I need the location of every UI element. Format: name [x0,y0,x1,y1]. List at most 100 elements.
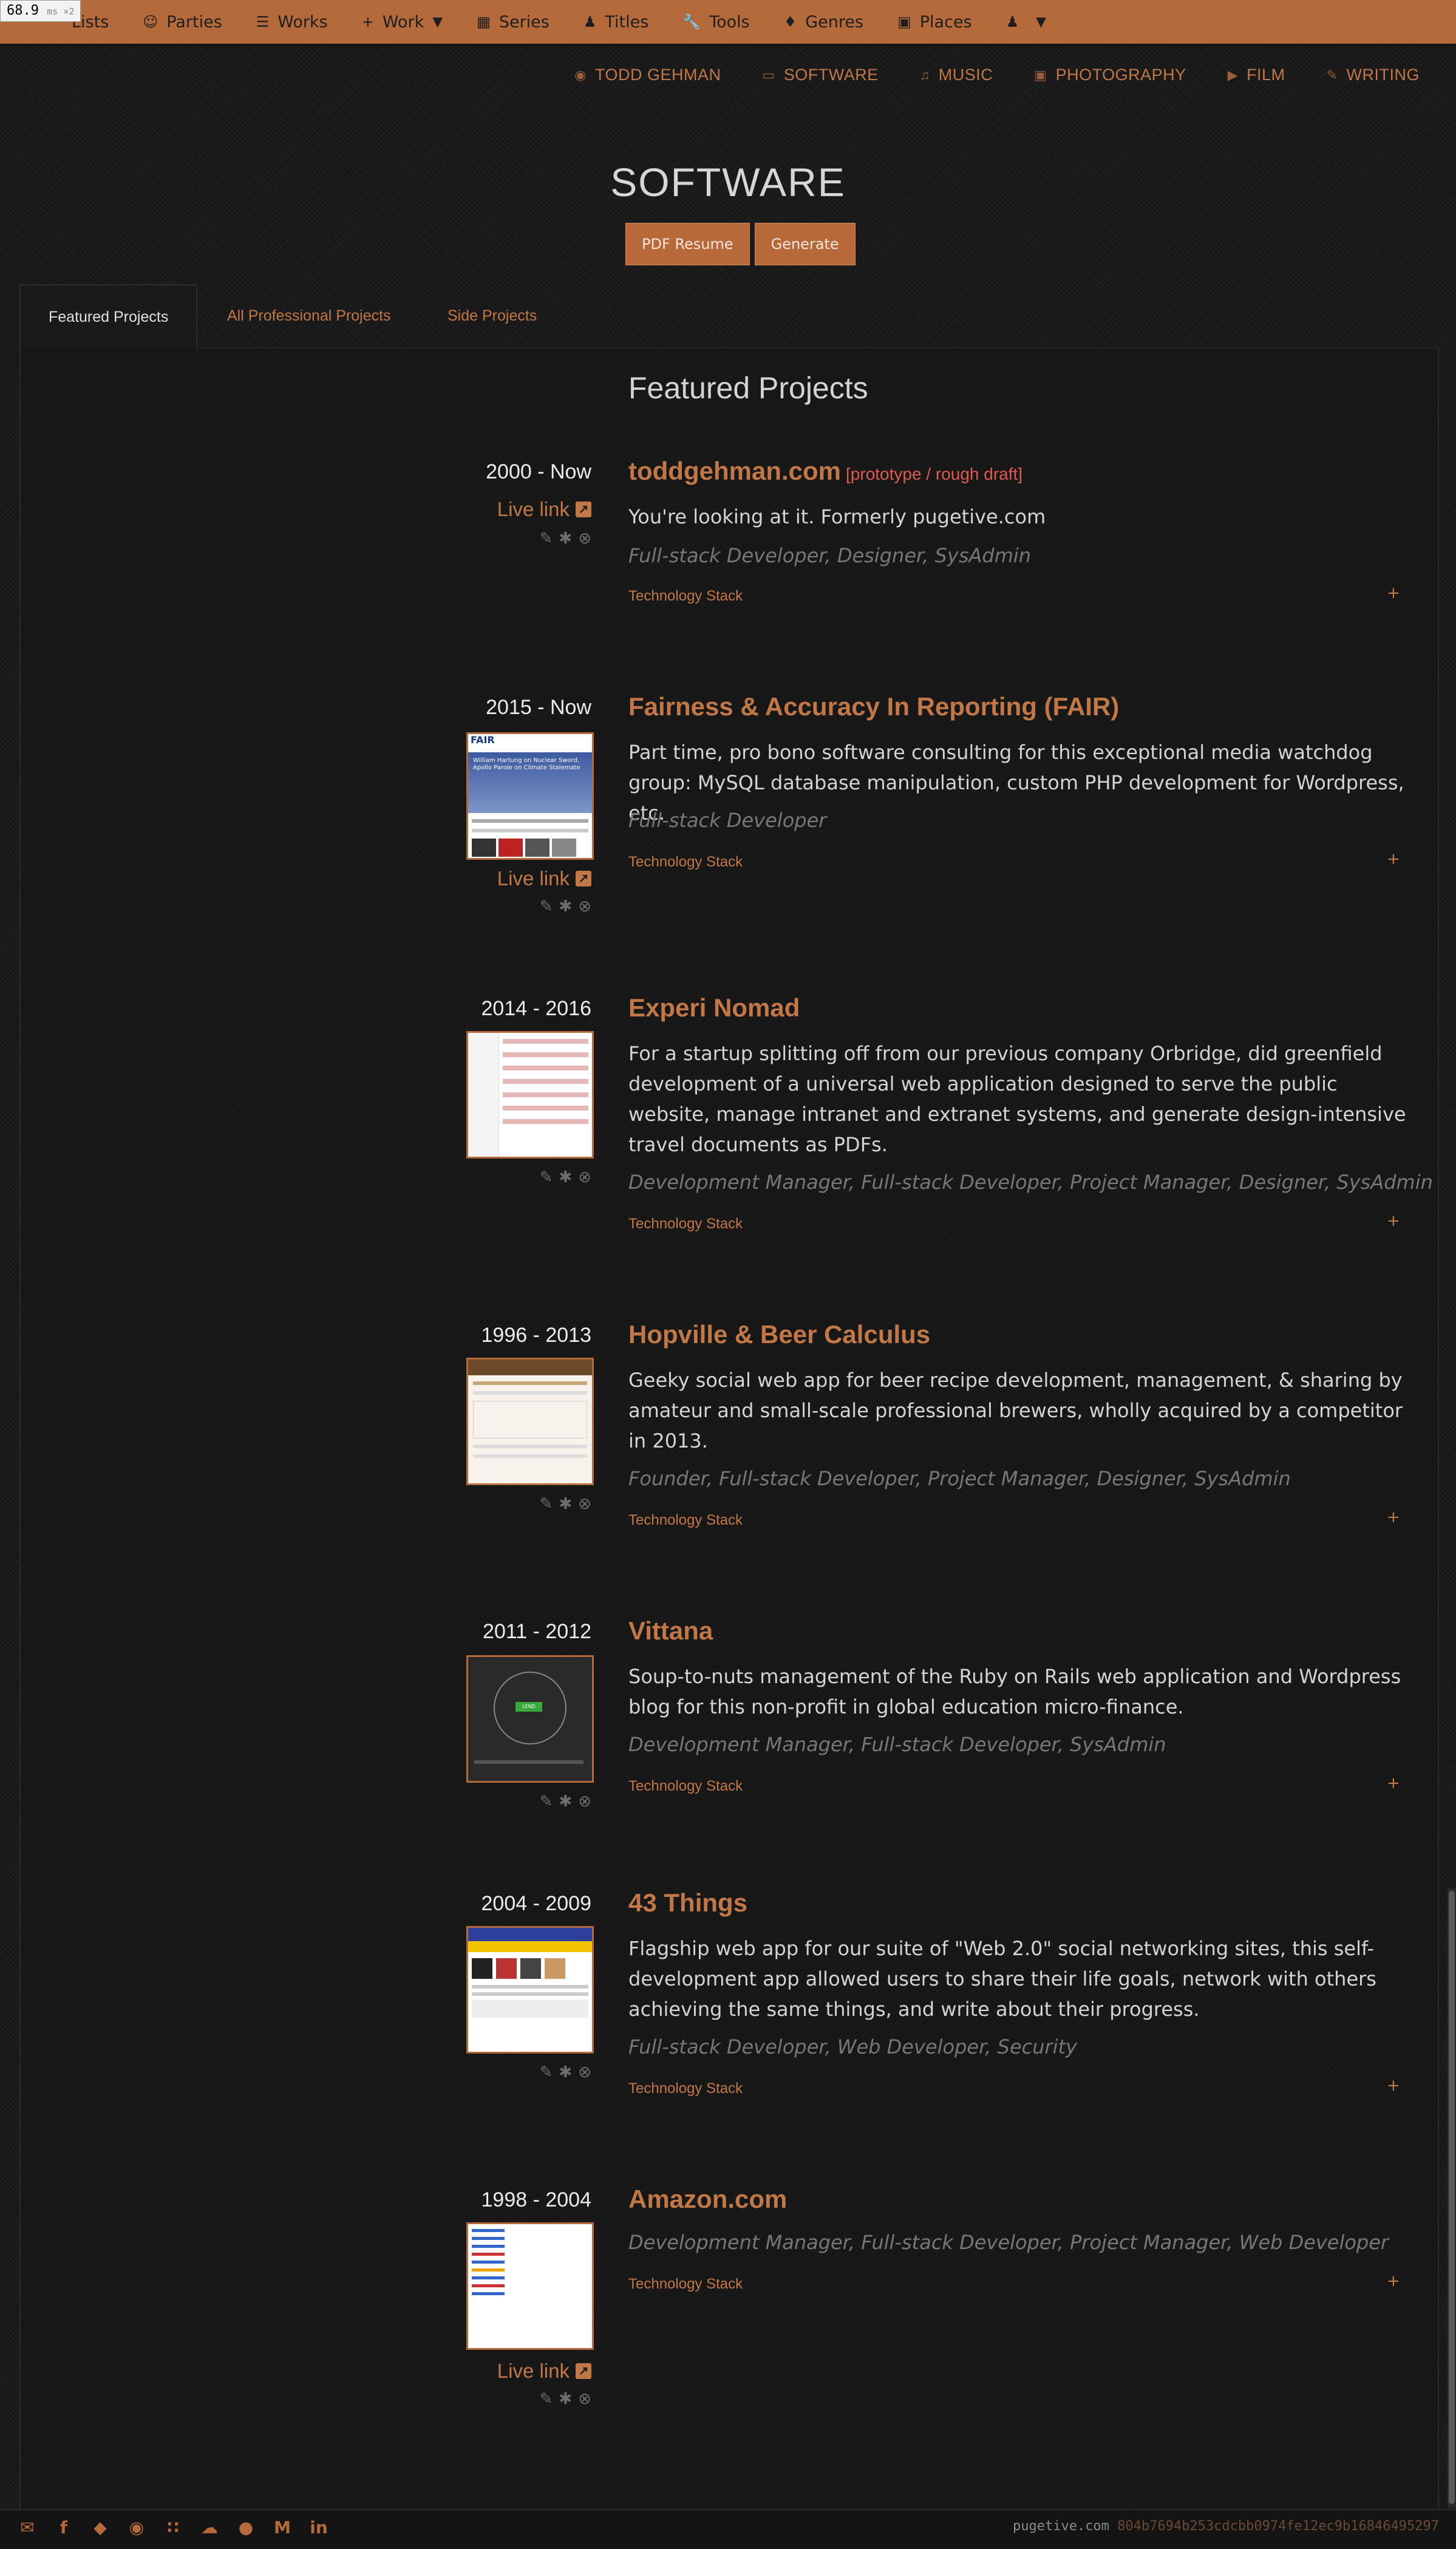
nav-label: SOFTWARE [783,66,879,84]
tab-featured-projects[interactable]: Featured Projects [19,284,198,351]
gear-icon[interactable]: ✱ [559,2063,572,2081]
flickr-icon[interactable]: ∷ [164,2519,182,2537]
expand-icon[interactable]: + [1387,2272,1400,2290]
social-links: ✉ f ◆ ◉ ∷ ☁ ● M in [18,2519,328,2537]
delete-icon[interactable]: ⊗ [578,1495,591,1513]
project-thumbnail[interactable] [466,1358,594,1485]
mail-icon[interactable]: ✉ [18,2519,36,2537]
edit-icon[interactable]: ✎ [540,2390,553,2408]
technology-stack-toggle[interactable]: Technology Stack [628,588,743,605]
expand-icon[interactable]: + [1387,850,1400,868]
live-link[interactable]: Live link ↗ [497,867,591,890]
project-thumbnail[interactable]: LEND [466,1655,594,1783]
nav-photography[interactable]: ▣ PHOTOGRAPHY [1034,66,1186,84]
thumb-line [472,829,588,832]
instagram-icon[interactable]: ◉ [128,2519,146,2537]
admin-item-tools[interactable]: 🔧 Tools [665,0,766,44]
delete-icon[interactable]: ⊗ [578,529,591,548]
admin-item-titles[interactable]: ♟ Titles [566,0,665,44]
nav-software[interactable]: ▭ SOFTWARE [763,66,879,84]
admin-item-genres[interactable]: ♦ Genres [767,0,880,44]
delete-icon[interactable]: ⊗ [578,1168,591,1186]
technology-stack-toggle[interactable]: Technology Stack [628,1216,743,1233]
admin-item-places[interactable]: ▣ Places [880,0,989,44]
linkedin-icon[interactable]: in [310,2519,328,2537]
plus-icon: + [361,13,374,30]
camera-icon: ▣ [1034,67,1047,83]
target-icon: ◉ [574,67,587,83]
scrollbar-thumb[interactable] [1449,1891,1455,2504]
nav-music[interactable]: ♫ MUSIC [920,66,993,84]
project-roles: Development Manager, Full-stack Develope… [628,1733,1166,1756]
live-link[interactable]: Live link ↗ [497,2360,591,2383]
caret-down-icon[interactable]: ▼ [432,15,443,30]
edit-icon[interactable]: ✎ [540,2063,553,2081]
user-icon: ♟ [1005,13,1019,30]
project-title[interactable]: Experi Nomad [628,993,800,1023]
gear-icon[interactable]: ✱ [559,2390,572,2408]
tag-icon: ♦ [783,13,797,30]
gear-icon[interactable]: ✱ [559,1168,572,1186]
nav-writing[interactable]: ✎ WRITING [1327,66,1420,84]
admin-item-series[interactable]: ▦ Series [460,0,566,44]
project-thumbnail[interactable] [466,2222,594,2350]
technology-stack-toggle[interactable]: Technology Stack [628,2276,743,2293]
project-tools: ✎ ✱ ⊗ [540,1495,591,1513]
expand-icon[interactable]: + [1387,1508,1400,1526]
pdf-resume-button[interactable]: PDF Resume [625,223,750,265]
delete-icon[interactable]: ⊗ [578,897,591,916]
gear-icon[interactable]: ✱ [559,529,572,548]
live-link[interactable]: Live link ↗ [497,498,591,521]
expand-icon[interactable]: + [1387,584,1400,602]
delete-icon[interactable]: ⊗ [578,1792,591,1811]
nav-label: PHOTOGRAPHY [1055,66,1186,84]
generate-button[interactable]: Generate [754,223,856,265]
nav-label: TODD GEHMAN [594,66,721,84]
edit-icon[interactable]: ✎ [540,897,553,916]
site-nav: ◉ TODD GEHMAN ▭ SOFTWARE ♫ MUSIC ▣ PHOTOGRAP… [533,66,1420,84]
admin-item-parties[interactable]: ☺ Parties [126,0,239,44]
nav-film[interactable]: ▶ FILM [1228,66,1285,84]
admin-item-label: Work [382,12,424,32]
edit-icon[interactable]: ✎ [540,1495,553,1513]
gear-icon[interactable]: ✱ [559,897,572,916]
nav-label: FILM [1247,66,1285,84]
edit-icon[interactable]: ✎ [540,1792,553,1811]
project-title[interactable]: Vittana [628,1616,713,1645]
project-title[interactable]: Fairness & Accuracy In Reporting (FAIR) [628,692,1119,721]
twitter-icon[interactable]: ◆ [91,2519,109,2537]
series-icon: ▦ [477,13,491,30]
gear-icon[interactable]: ✱ [559,1792,572,1811]
expand-icon[interactable]: + [1387,1774,1400,1792]
project-roles: Development Manager, Full-stack Develope… [628,1171,1433,1194]
project-thumbnail[interactable] [466,1926,594,2054]
tab-all-professional-projects[interactable]: All Professional Projects [227,284,391,347]
project-title[interactable]: 43 Things [628,1888,747,1918]
nav-todd-gehman[interactable]: ◉ TODD GEHMAN [574,66,721,84]
gear-icon[interactable]: ✱ [559,1495,572,1513]
expand-icon[interactable]: + [1387,2077,1400,2095]
external-link-icon: ↗ [576,2363,591,2379]
admin-user-menu[interactable]: ♟ ▼ [989,0,1063,44]
technology-stack-toggle[interactable]: Technology Stack [628,854,743,871]
medium-icon[interactable]: M [273,2519,291,2537]
admin-item-work[interactable]: + Work ▼ [345,0,460,44]
soundcloud-icon[interactable]: ☁ [200,2519,219,2537]
facebook-icon[interactable]: f [55,2519,73,2537]
technology-stack-toggle[interactable]: Technology Stack [628,1778,743,1795]
project-title[interactable]: Amazon.com [628,2185,787,2214]
project-thumbnail[interactable]: FAIR William Hartung on Nuclear Sword, A… [466,732,594,860]
edit-icon[interactable]: ✎ [540,1168,553,1186]
github-icon[interactable]: ● [237,2519,255,2537]
delete-icon[interactable]: ⊗ [578,2390,591,2408]
technology-stack-toggle[interactable]: Technology Stack [628,2080,743,2097]
project-title[interactable]: Hopville & Beer Calculus [628,1320,930,1349]
admin-item-works[interactable]: ☰ Works [239,0,345,44]
expand-icon[interactable]: + [1387,1212,1400,1230]
tab-side-projects[interactable]: Side Projects [447,284,537,347]
project-title[interactable]: toddgehman.com [prototype / rough draft] [628,457,1022,486]
delete-icon[interactable]: ⊗ [578,2063,591,2081]
technology-stack-toggle[interactable]: Technology Stack [628,1512,743,1529]
project-thumbnail[interactable] [466,1031,594,1159]
edit-icon[interactable]: ✎ [540,529,553,548]
